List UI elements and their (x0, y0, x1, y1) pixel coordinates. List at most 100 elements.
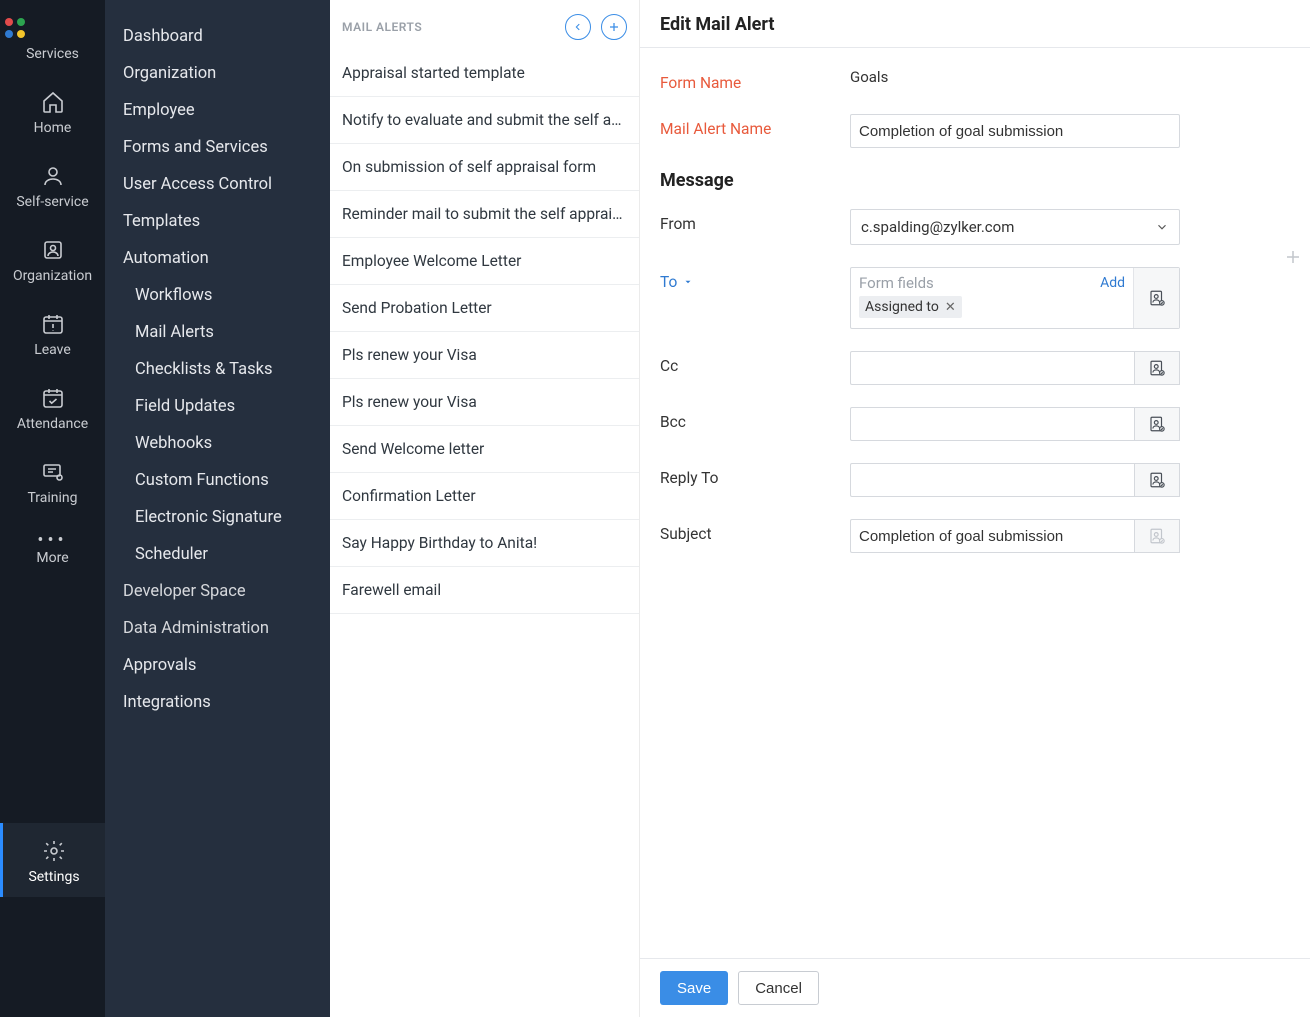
reply-to-label: Reply To (660, 463, 850, 487)
plus-icon (608, 21, 620, 33)
to-addressbook-button[interactable] (1133, 268, 1179, 328)
org-icon (41, 238, 65, 262)
chevron-left-icon (573, 22, 583, 32)
cc-input[interactable] (850, 351, 1134, 385)
sidebar-item-organization[interactable]: Organization (105, 55, 330, 92)
mail-alert-name-input[interactable] (850, 114, 1180, 148)
chevron-down-icon (1155, 220, 1169, 234)
rail-label: Services (3, 46, 102, 62)
list-item[interactable]: Say Happy Birthday to Anita! (330, 520, 639, 567)
list-item[interactable]: Farewell email (330, 567, 639, 614)
list-item[interactable]: Pls renew your Visa (330, 332, 639, 379)
sidebar-item-workflows[interactable]: Workflows (105, 277, 330, 314)
rail-label: Training (3, 490, 102, 506)
bcc-label: Bcc (660, 407, 850, 431)
services-logo-icon (3, 16, 35, 40)
subject-label: Subject (660, 519, 850, 543)
sidebar-item-approvals[interactable]: Approvals (105, 647, 330, 684)
rail-label: Home (3, 120, 102, 136)
sidebar-item-scheduler[interactable]: Scheduler (105, 536, 330, 573)
from-value: c.spalding@zylker.com (861, 218, 1014, 236)
addressbook-icon (1148, 289, 1166, 307)
sidebar-item-mail-alerts[interactable]: Mail Alerts (105, 314, 330, 351)
rail-label: Settings (6, 869, 102, 885)
nav-rail: Services Home Self-service Organization … (0, 0, 105, 1017)
user-icon (41, 164, 65, 188)
form-name-label: Form Name (660, 68, 850, 92)
sidebar-item-forms-services[interactable]: Forms and Services (105, 129, 330, 166)
sidebar-item-templates[interactable]: Templates (105, 203, 330, 240)
sidebar-item-checklists[interactable]: Checklists & Tasks (105, 351, 330, 388)
sidebar-item-developer-space[interactable]: Developer Space (105, 573, 330, 610)
more-dots-icon: ••• (37, 530, 67, 551)
rail-item-more[interactable]: ••• More (0, 518, 105, 578)
list-item[interactable]: Notify to evaluate and submit the self a… (330, 97, 639, 144)
rail-item-settings[interactable]: Settings (0, 823, 105, 897)
rail-item-attendance[interactable]: Attendance (0, 370, 105, 444)
to-label-dropdown[interactable]: To (660, 273, 693, 291)
addressbook-icon (1148, 471, 1166, 489)
rail-item-leave[interactable]: Leave (0, 296, 105, 370)
rail-item-home[interactable]: Home (0, 74, 105, 148)
rail-label: Attendance (3, 416, 102, 432)
sidebar-item-webhooks[interactable]: Webhooks (105, 425, 330, 462)
calendar-alert-icon (41, 312, 65, 336)
sidebar-item-electronic-signature[interactable]: Electronic Signature (105, 499, 330, 536)
editor-footer: Save Cancel (640, 958, 1310, 1017)
home-icon (41, 90, 65, 114)
addressbook-icon (1148, 359, 1166, 377)
list-item[interactable]: Send Probation Letter (330, 285, 639, 332)
from-select[interactable]: c.spalding@zylker.com (850, 209, 1180, 245)
list-item[interactable]: Appraisal started template (330, 50, 639, 97)
to-tagbox: Form fields Add Assigned to ✕ (850, 267, 1180, 329)
save-button[interactable]: Save (660, 971, 728, 1005)
list-item[interactable]: Reminder mail to submit the self apprai… (330, 191, 639, 238)
back-button[interactable] (565, 14, 591, 40)
list-item[interactable]: Send Welcome letter (330, 426, 639, 473)
sidebar-item-integrations[interactable]: Integrations (105, 684, 330, 721)
subject-input[interactable] (850, 519, 1134, 553)
sidebar-item-automation[interactable]: Automation (105, 240, 330, 277)
reply-to-input[interactable] (850, 463, 1134, 497)
list-item[interactable]: On submission of self appraisal form (330, 144, 639, 191)
editor-title: Edit Mail Alert (660, 14, 1290, 35)
to-tag: Assigned to ✕ (859, 296, 962, 318)
sidebar-item-field-updates[interactable]: Field Updates (105, 388, 330, 425)
remove-tag-icon[interactable]: ✕ (945, 300, 956, 315)
add-from-plus-icon[interactable] (1284, 248, 1302, 266)
rail-label: More (3, 550, 102, 566)
rail-item-self-service[interactable]: Self-service (0, 148, 105, 222)
list-item[interactable]: Pls renew your Visa (330, 379, 639, 426)
cc-addressbook-button[interactable] (1134, 351, 1180, 385)
addressbook-icon (1148, 415, 1166, 433)
rail-label: Leave (3, 342, 102, 358)
gear-icon (42, 839, 66, 863)
add-button[interactable] (601, 14, 627, 40)
reply-to-addressbook-button[interactable] (1134, 463, 1180, 497)
sidebar-item-data-administration[interactable]: Data Administration (105, 610, 330, 647)
sidebar-item-user-access[interactable]: User Access Control (105, 166, 330, 203)
cc-label: Cc (660, 351, 850, 375)
to-add-link[interactable]: Add (1100, 275, 1125, 291)
mail-alert-name-label: Mail Alert Name (660, 114, 850, 138)
to-placeholder: Form fields (859, 274, 934, 292)
rail-item-organization[interactable]: Organization (0, 222, 105, 296)
rail-label: Self-service (3, 194, 102, 210)
sidebar-item-custom-functions[interactable]: Custom Functions (105, 462, 330, 499)
addressbook-icon (1148, 527, 1166, 545)
list-item[interactable]: Employee Welcome Letter (330, 238, 639, 285)
bcc-addressbook-button[interactable] (1134, 407, 1180, 441)
rail-item-training[interactable]: Training (0, 444, 105, 518)
rail-label: Organization (3, 268, 102, 284)
subject-addressbook-button[interactable] (1134, 519, 1180, 553)
rail-item-services[interactable]: Services (0, 12, 105, 74)
mail-alerts-list: MAIL ALERTS Appraisal started template N… (330, 0, 640, 1017)
list-item[interactable]: Confirmation Letter (330, 473, 639, 520)
bcc-input[interactable] (850, 407, 1134, 441)
training-icon (41, 460, 65, 484)
caret-down-icon (683, 277, 693, 287)
sidebar-item-employee[interactable]: Employee (105, 92, 330, 129)
sidebar-item-dashboard[interactable]: Dashboard (105, 18, 330, 55)
form-name-value: Goals (850, 68, 1290, 86)
cancel-button[interactable]: Cancel (738, 971, 819, 1005)
